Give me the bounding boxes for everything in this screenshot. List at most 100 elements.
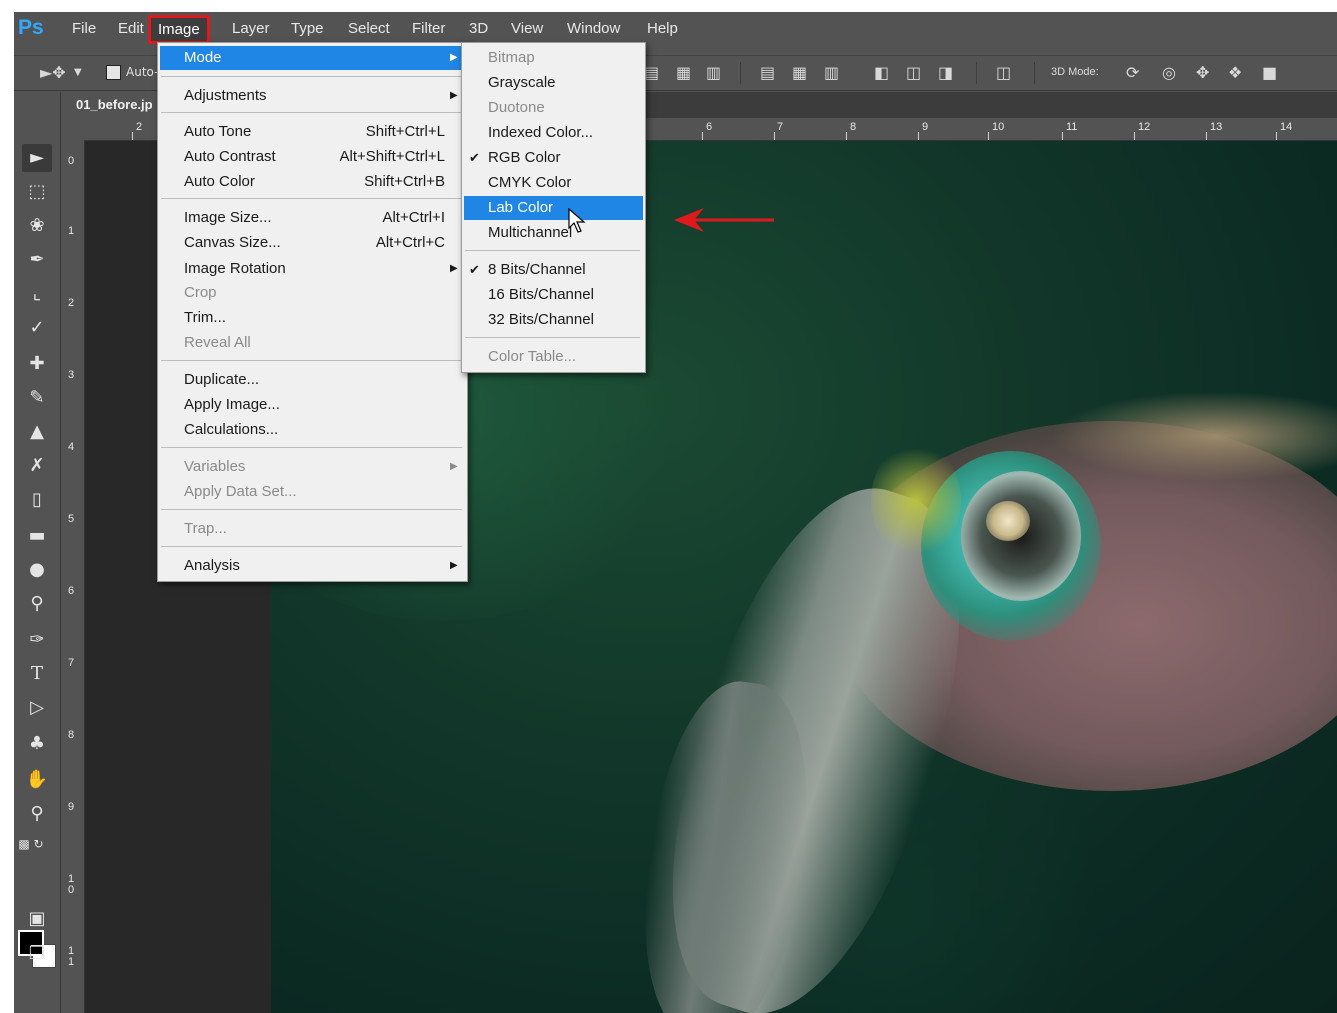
menu-item-8-bits[interactable]: ✔ 8 Bits/Channel: [464, 258, 643, 282]
menu-item-auto-contrast[interactable]: Auto Contrast Alt+Shift+Ctrl+L: [160, 145, 465, 169]
pen-tool-icon[interactable]: ✑: [22, 626, 52, 654]
chevron-down-icon[interactable]: ▼: [74, 67, 82, 78]
mouse-cursor-icon: [568, 208, 586, 233]
submenu-arrow-icon: ▶: [450, 90, 458, 101]
menu-type[interactable]: Type: [291, 20, 324, 37]
brush-tool-icon[interactable]: ✎: [22, 384, 52, 412]
menu-item-indexed-color[interactable]: Indexed Color...: [464, 121, 643, 145]
quick-mask-icon[interactable]: ▣: [22, 905, 52, 933]
auto-align-icon[interactable]: ◫: [996, 63, 1011, 82]
swap-colors-icon[interactable]: ▩ ↻: [16, 830, 46, 858]
menu-view[interactable]: View: [511, 20, 543, 37]
menu-item-duotone[interactable]: Duotone: [464, 96, 643, 120]
menu-item-bitmap[interactable]: Bitmap: [464, 46, 643, 70]
menu-item-trim[interactable]: Trim...: [160, 306, 465, 330]
divider: [1034, 62, 1035, 84]
menu-layer[interactable]: Layer: [232, 20, 270, 37]
menu-item-label: Analysis: [184, 557, 240, 574]
menu-item-adjustments[interactable]: Adjustments ▶: [160, 84, 465, 108]
menu-item-label: 8 Bits/Channel: [488, 261, 586, 278]
ruler-label: 0: [68, 155, 75, 167]
photoshop-logo: Ps: [18, 16, 44, 39]
3d-scale-icon[interactable]: ■: [1262, 63, 1277, 82]
menu-item-crop[interactable]: Crop: [160, 281, 465, 305]
zoom-tool-icon[interactable]: ⚲: [22, 800, 52, 828]
menu-help[interactable]: Help: [647, 20, 678, 37]
screen-mode-icon[interactable]: ❐: [22, 940, 52, 968]
eraser-tool-icon[interactable]: ▯: [22, 486, 52, 514]
menu-edit[interactable]: Edit: [118, 20, 144, 37]
lasso-tool-icon[interactable]: ❀: [22, 212, 52, 240]
history-brush-tool-icon[interactable]: ✗: [22, 452, 52, 480]
type-tool-icon[interactable]: T: [22, 660, 52, 688]
distribute-bottom-icon[interactable]: ▥: [824, 63, 839, 82]
align-top-icon[interactable]: ▤: [644, 63, 659, 82]
menu-item-color-table[interactable]: Color Table...: [464, 345, 643, 369]
menu-item-16-bits[interactable]: 16 Bits/Channel: [464, 283, 643, 307]
menu-window[interactable]: Window: [567, 20, 620, 37]
menu-item-grayscale[interactable]: Grayscale: [464, 71, 643, 95]
hand-tool-icon[interactable]: ✋: [22, 766, 52, 794]
ruler-label: 1: [68, 225, 75, 237]
menu-item-label: Image Size...: [184, 209, 272, 226]
distribute-left-icon[interactable]: ◧: [874, 63, 889, 82]
ruler-label: 3: [68, 369, 75, 381]
align-vcenter-icon[interactable]: ▦: [676, 63, 691, 82]
custom-shape-tool-icon[interactable]: ♣: [22, 730, 52, 758]
move-tool-preset-icon[interactable]: ►✥: [40, 63, 66, 82]
menu-item-variables[interactable]: Variables ▶: [160, 455, 465, 479]
menu-item-label: Auto Contrast: [184, 148, 276, 165]
menu-item-image-rotation[interactable]: Image Rotation ▶: [160, 257, 465, 281]
menu-item-calculations[interactable]: Calculations...: [160, 418, 465, 442]
path-selection-tool-icon[interactable]: ▷: [22, 694, 52, 722]
menu-item-mode[interactable]: Mode ▶: [160, 46, 465, 70]
blur-tool-icon[interactable]: ●: [22, 556, 52, 584]
distribute-right-icon[interactable]: ◨: [938, 63, 953, 82]
menu-item-apply-image[interactable]: Apply Image...: [160, 393, 465, 417]
menu-item-lab-color[interactable]: Lab Color: [464, 196, 643, 220]
move-tool-icon[interactable]: ►: [22, 144, 52, 172]
menu-item-label: Indexed Color...: [488, 124, 594, 141]
3d-rotate-icon[interactable]: ⟳: [1126, 63, 1139, 82]
menu-item-canvas-size[interactable]: Canvas Size... Alt+Ctrl+C: [160, 231, 465, 255]
menu-separator: [161, 76, 462, 77]
checkmark-icon: ✔: [469, 150, 480, 165]
align-bottom-icon[interactable]: ▥: [706, 63, 721, 82]
menu-item-auto-color[interactable]: Auto Color Shift+Ctrl+B: [160, 170, 465, 194]
3d-slide-icon[interactable]: ❖: [1228, 63, 1242, 82]
menu-separator: [161, 546, 462, 547]
menu-item-reveal-all[interactable]: Reveal All: [160, 331, 465, 355]
menu-3d[interactable]: 3D: [469, 20, 488, 37]
3d-roll-icon[interactable]: ◎: [1162, 63, 1176, 82]
menu-item-image-size[interactable]: Image Size... Alt+Ctrl+I: [160, 206, 465, 230]
auto-select-checkbox[interactable]: [106, 65, 121, 80]
menu-filter[interactable]: Filter: [412, 20, 445, 37]
menu-item-duplicate[interactable]: Duplicate...: [160, 368, 465, 392]
menu-item-analysis[interactable]: Analysis ▶: [160, 554, 465, 578]
distribute-vcenter-icon[interactable]: ▦: [792, 63, 807, 82]
menu-item-multichannel[interactable]: Multichannel: [464, 221, 643, 245]
menu-select[interactable]: Select: [348, 20, 390, 37]
menu-image[interactable]: Image: [148, 15, 210, 44]
menu-item-trap[interactable]: Trap...: [160, 517, 465, 541]
dodge-tool-icon[interactable]: ⚲: [22, 590, 52, 618]
menu-item-cmyk-color[interactable]: CMYK Color: [464, 171, 643, 195]
menu-item-label: Bitmap: [488, 49, 535, 66]
quick-selection-tool-icon[interactable]: ✒: [22, 246, 52, 274]
eyedropper-tool-icon[interactable]: ✓: [22, 314, 52, 342]
menu-item-auto-tone[interactable]: Auto Tone Shift+Ctrl+L: [160, 120, 465, 144]
healing-brush-tool-icon[interactable]: ✚: [22, 350, 52, 378]
menu-item-apply-data-set[interactable]: Apply Data Set...: [160, 480, 465, 504]
marquee-tool-icon[interactable]: ⬚: [22, 178, 52, 206]
ruler-label: 8: [850, 121, 857, 133]
menu-item-32-bits[interactable]: 32 Bits/Channel: [464, 308, 643, 332]
menu-separator: [161, 112, 462, 113]
3d-pan-icon[interactable]: ✥: [1196, 63, 1209, 82]
gradient-tool-icon[interactable]: ▬: [22, 522, 52, 550]
menu-item-rgb-color[interactable]: ✔ RGB Color: [464, 146, 643, 170]
crop-tool-icon[interactable]: ⌞: [22, 280, 52, 308]
distribute-hcenter-icon[interactable]: ◫: [906, 63, 921, 82]
distribute-top-icon[interactable]: ▤: [760, 63, 775, 82]
menu-file[interactable]: File: [72, 20, 96, 37]
clone-stamp-tool-icon[interactable]: ▲: [22, 418, 52, 446]
